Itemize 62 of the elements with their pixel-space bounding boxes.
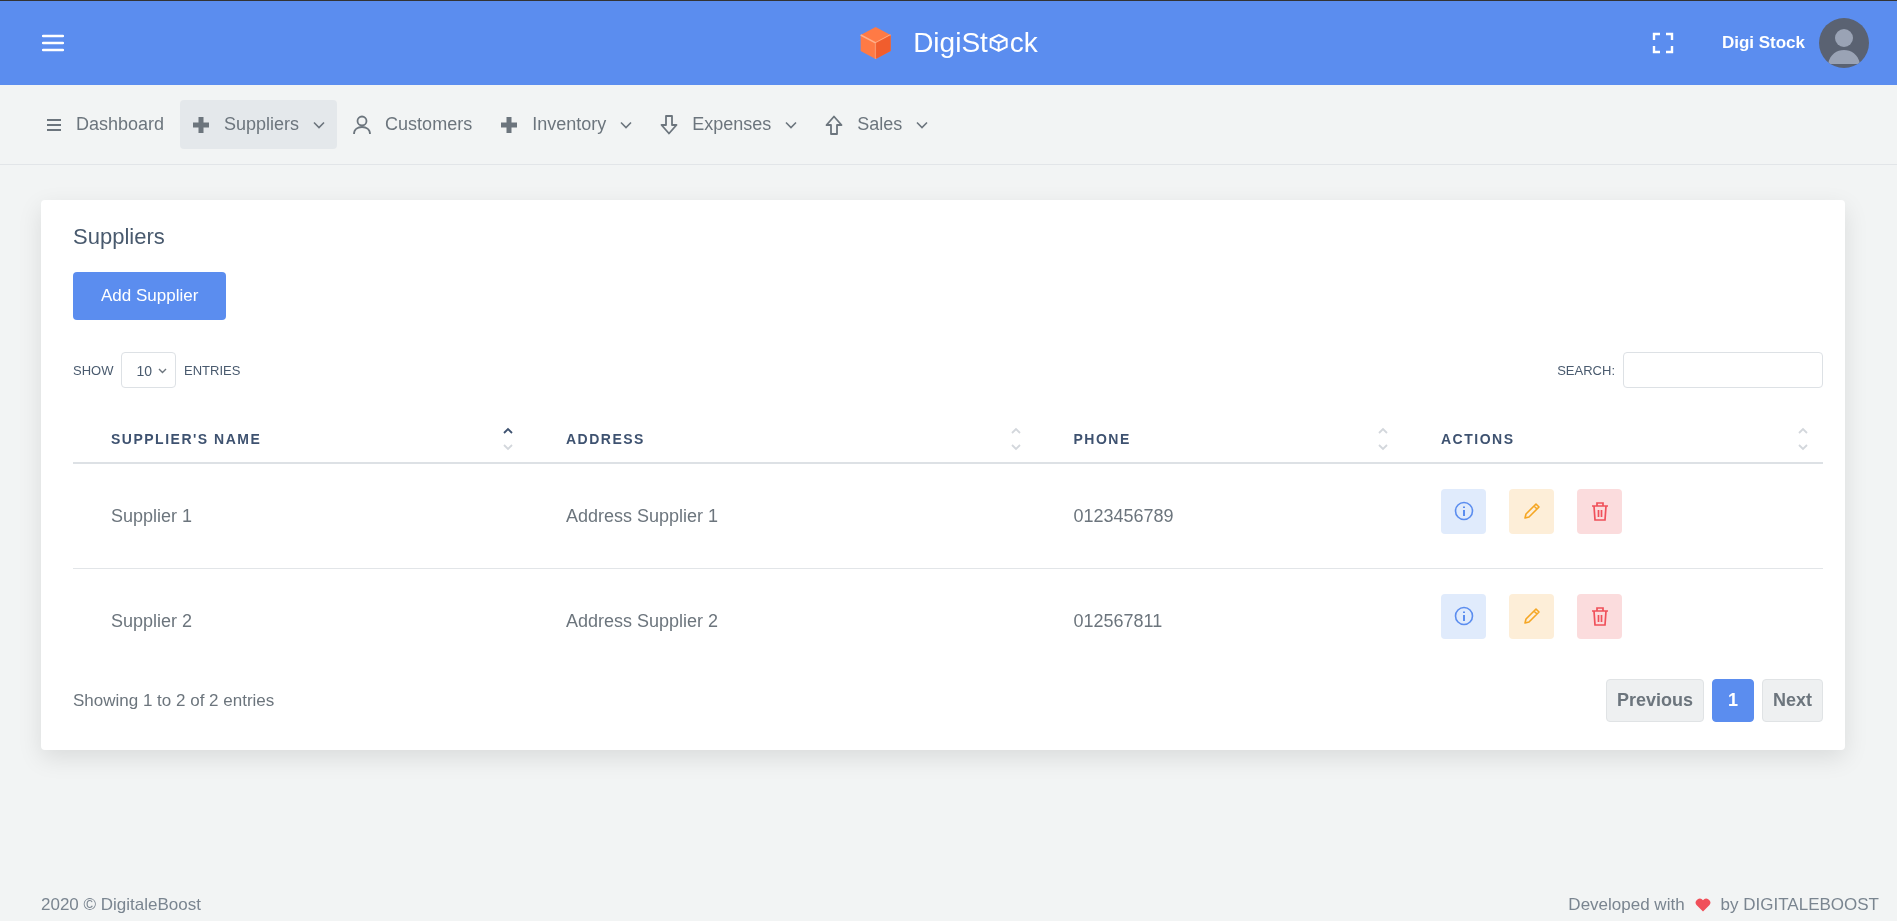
info-button[interactable] (1441, 593, 1486, 639)
trash-icon (1590, 606, 1609, 626)
entries-info: Showing 1 to 2 of 2 entries (73, 690, 275, 711)
chevron-down-icon (313, 120, 326, 129)
nav-item[interactable]: Customers (341, 100, 485, 149)
cube-icon (859, 26, 892, 60)
add-supplier-button[interactable]: Add Supplier (73, 272, 227, 320)
table-cell: 012567811 (1035, 568, 1403, 673)
delete-button[interactable] (1577, 488, 1622, 534)
avatar[interactable] (1819, 18, 1869, 68)
credit-company: by DIGITALEBOOST (1720, 895, 1879, 915)
trash-icon (1590, 501, 1609, 521)
brand-name-end: ck (1009, 27, 1038, 59)
credit-text: Developed with (1568, 895, 1685, 915)
brand-name-start: DigiSt (913, 27, 988, 59)
nav-item[interactable]: Inventory (488, 100, 645, 149)
column-header[interactable]: ACTIONS (1403, 416, 1823, 463)
fullscreen-icon[interactable] (1651, 32, 1674, 54)
table-cell: Address Supplier 1 (528, 463, 1036, 569)
nav-item[interactable]: Expenses (648, 100, 810, 149)
copyright-text: 2020 © DigitaleBoost (41, 895, 201, 915)
plus-icon (192, 115, 211, 134)
pencil-icon (1521, 606, 1542, 626)
box-icon (988, 33, 1009, 53)
plus-icon (500, 115, 519, 134)
arrow-up-icon (825, 114, 844, 135)
info-button[interactable] (1441, 488, 1486, 534)
chevron-down-icon (620, 120, 633, 129)
card-title: Suppliers (73, 224, 166, 250)
info-icon (1453, 606, 1474, 626)
column-header[interactable]: PHONE (1035, 416, 1403, 463)
table-cell: Address Supplier 2 (528, 568, 1036, 673)
table-cell: 0123456789 (1035, 463, 1403, 569)
pencil-icon (1521, 501, 1542, 521)
chevron-down-icon (158, 368, 168, 374)
user-name[interactable]: Digi Stock (1721, 33, 1805, 53)
edit-button[interactable] (1509, 488, 1554, 534)
edit-button[interactable] (1509, 593, 1554, 639)
chevron-down-icon (785, 120, 798, 129)
next-button[interactable]: Next (1762, 679, 1823, 722)
search-label: SEARCH: (1557, 362, 1615, 378)
nav-item[interactable]: Dashboard (34, 100, 177, 149)
search-field[interactable] (1623, 352, 1823, 388)
entries-select[interactable]: 10 (121, 352, 177, 388)
table-cell: Supplier 2 (73, 568, 528, 673)
show-label: SHOW (73, 362, 114, 378)
menu-icon[interactable] (42, 34, 64, 52)
info-icon (1453, 501, 1474, 521)
chevron-down-icon (916, 120, 929, 129)
column-header[interactable]: SUPPLIER'S NAME (73, 416, 528, 463)
table-cell: Supplier 1 (73, 463, 528, 569)
arrow-down-icon (660, 114, 679, 135)
column-header[interactable]: ADDRESS (528, 416, 1036, 463)
delete-button[interactable] (1577, 593, 1622, 639)
heart-icon (1694, 898, 1711, 912)
page-button[interactable]: 1 (1711, 679, 1754, 722)
nav-item[interactable]: Sales (813, 100, 941, 149)
menu-icon (46, 117, 62, 132)
entries-label: ENTRIES (184, 362, 241, 378)
nav-item[interactable]: Suppliers (180, 100, 338, 149)
previous-button[interactable]: Previous (1605, 679, 1704, 722)
person-icon (353, 114, 372, 135)
